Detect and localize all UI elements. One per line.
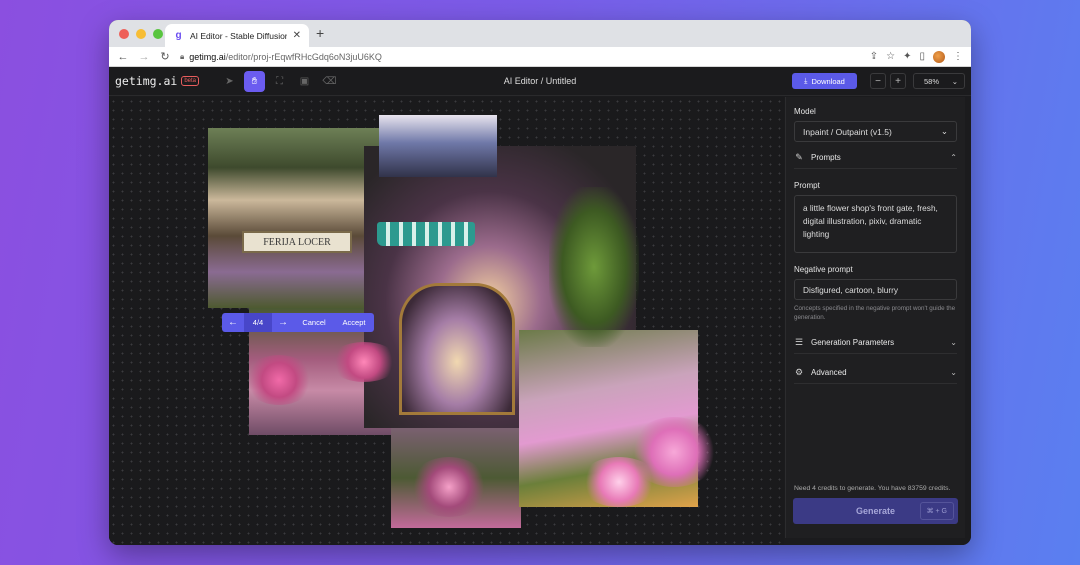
editor-canvas[interactable]: FERIJA LOCER ← 4/4 → Cancel Accept bbox=[109, 97, 784, 545]
url-path: /editor/proj-rEqwfRHcGdq6oN3juU6KQ bbox=[225, 51, 382, 62]
close-icon[interactable]: ✕ bbox=[293, 30, 301, 41]
browser-actions: ⇪ ☆ ✦ ▯ ⋮ bbox=[870, 50, 963, 63]
variation-count: 4/4 bbox=[244, 313, 272, 332]
zoom-select[interactable]: 58% ⌄ bbox=[913, 73, 965, 89]
maximize-window-button[interactable] bbox=[153, 29, 163, 39]
advanced-toggle[interactable]: ⚙ Advanced ⌄ bbox=[794, 366, 957, 384]
chevron-up-icon: ⌃ bbox=[950, 153, 957, 162]
credits-text: Need 4 credits to generate. You have 837… bbox=[794, 485, 951, 492]
generation-parameters-toggle[interactable]: ☰ Generation Parameters ⌄ bbox=[794, 336, 957, 354]
browser-window: g AI Editor - Stable Diffusion Outpainti… bbox=[109, 20, 971, 545]
extensions-puzzle-icon[interactable]: ✦ bbox=[903, 51, 911, 62]
editor-app: getimg.ai beta ➤ ✋︎ ⛶ ▣ ⌫ AI Editor / Un… bbox=[109, 67, 971, 545]
browser-tab[interactable]: g AI Editor - Stable Diffusion Outpainti… bbox=[165, 24, 309, 47]
model-label: Model bbox=[794, 107, 816, 116]
chevron-down-icon: ⌄ bbox=[940, 126, 948, 136]
negative-prompt-hint: Concepts specified in the negative promp… bbox=[794, 305, 956, 321]
generate-label: Generate bbox=[855, 506, 896, 516]
cancel-button[interactable]: Cancel bbox=[294, 313, 334, 332]
bookmark-star-icon[interactable]: ☆ bbox=[886, 51, 895, 62]
previous-variation-button[interactable]: ← bbox=[222, 313, 244, 332]
select-arrow-icon[interactable]: ➤ bbox=[219, 71, 240, 92]
advanced-label: Advanced bbox=[811, 368, 847, 377]
lock-icon: 🔒︎ bbox=[180, 51, 185, 61]
zoom-level: 58% bbox=[924, 76, 940, 86]
next-variation-button[interactable]: → bbox=[272, 313, 294, 332]
download-button[interactable]: ⤓ Download bbox=[792, 73, 857, 89]
prompt-input[interactable]: a little flower shop's front gate, fresh… bbox=[794, 195, 957, 253]
flowers-decoration bbox=[409, 457, 489, 517]
model-select[interactable]: Inpaint / Outpaint (v1.5) ⌄ bbox=[794, 121, 957, 142]
forward-arrow-icon[interactable]: → bbox=[138, 51, 150, 63]
shop-sign: FERIJA LOCER bbox=[242, 231, 352, 253]
prompt-label: Prompt bbox=[794, 181, 820, 190]
reload-icon[interactable]: ↻ bbox=[159, 50, 171, 63]
more-menu-icon[interactable]: ⋮ bbox=[953, 51, 963, 62]
address-bar[interactable]: 🔒︎ getimg.ai/editor/proj-rEqwfRHcGdq6oN3… bbox=[180, 50, 861, 64]
chevron-down-icon: ⌄ bbox=[951, 76, 958, 86]
app-header: getimg.ai beta ➤ ✋︎ ⛶ ▣ ⌫ AI Editor / Un… bbox=[109, 67, 971, 96]
back-arrow-icon[interactable]: ← bbox=[117, 51, 129, 63]
close-window-button[interactable] bbox=[119, 29, 129, 39]
prompts-section-toggle[interactable]: ✎ Prompts ⌃ bbox=[794, 151, 957, 169]
model-value: Inpaint / Outpaint (v1.5) bbox=[803, 126, 892, 137]
pencil-icon: ✎ bbox=[795, 152, 803, 162]
beta-badge: beta bbox=[181, 76, 199, 86]
zoom-out-button[interactable]: − bbox=[870, 73, 886, 89]
flowers-decoration bbox=[329, 342, 399, 382]
flowers-decoration bbox=[244, 355, 314, 405]
getimg-favicon-icon: g bbox=[175, 30, 182, 41]
tab-strip: g AI Editor - Stable Diffusion Outpainti… bbox=[109, 20, 971, 47]
eraser-icon[interactable]: ⌫ bbox=[319, 71, 340, 92]
accept-button[interactable]: Accept bbox=[334, 313, 374, 332]
chevron-down-icon: ⌄ bbox=[950, 338, 957, 347]
window-controls bbox=[119, 29, 163, 39]
download-label: Download bbox=[811, 76, 845, 86]
hand-pan-icon[interactable]: ✋︎ bbox=[244, 70, 265, 92]
minimize-window-button[interactable] bbox=[136, 29, 146, 39]
negative-prompt-label: Negative prompt bbox=[794, 265, 853, 274]
generate-shortcut: ⌘ + G bbox=[919, 502, 954, 520]
browser-toolbar: ← → ↻ 🔒︎ getimg.ai/editor/proj-rEqwfRHcG… bbox=[109, 47, 971, 67]
image-tile bbox=[379, 115, 497, 177]
tab-title: AI Editor - Stable Diffusion Outpainting bbox=[190, 30, 287, 41]
prompts-section-label: Prompts bbox=[811, 153, 841, 162]
download-icon: ⤓ bbox=[804, 76, 808, 85]
new-tab-icon[interactable]: + bbox=[316, 25, 324, 41]
zoom-in-button[interactable]: + bbox=[890, 73, 906, 89]
negative-prompt-input[interactable]: Disfigured, cartoon, blurry bbox=[794, 279, 957, 300]
share-icon[interactable]: ⇪ bbox=[870, 51, 878, 62]
vines-decoration bbox=[549, 187, 639, 347]
frame-icon[interactable]: ⛶ bbox=[269, 71, 290, 92]
flowers-decoration bbox=[579, 457, 659, 507]
header-actions: ⤓ Download − + 58% ⌄ bbox=[792, 73, 965, 89]
generate-button[interactable]: Generate ⌘ + G bbox=[793, 498, 958, 524]
sidebar-icon[interactable]: ▯ bbox=[919, 51, 925, 62]
gear-icon: ⚙ bbox=[794, 367, 804, 377]
variation-stepper: ← 4/4 → Cancel Accept bbox=[222, 313, 374, 332]
tool-group: ➤ ✋︎ ⛶ ▣ ⌫ bbox=[219, 70, 340, 92]
profile-avatar[interactable] bbox=[933, 50, 945, 63]
url-host: getimg.ai bbox=[189, 51, 226, 62]
image-icon[interactable]: ▣ bbox=[294, 71, 315, 92]
shop-awning bbox=[377, 222, 475, 246]
chevron-down-icon: ⌄ bbox=[950, 368, 957, 377]
logo[interactable]: getimg.ai bbox=[115, 74, 177, 88]
settings-panel: Model Inpaint / Outpaint (v1.5) ⌄ ✎ Prom… bbox=[785, 97, 965, 538]
image-tile bbox=[208, 128, 386, 308]
shop-door bbox=[399, 283, 515, 415]
generation-parameters-label: Generation Parameters bbox=[811, 338, 895, 347]
sliders-icon: ☰ bbox=[794, 337, 804, 347]
